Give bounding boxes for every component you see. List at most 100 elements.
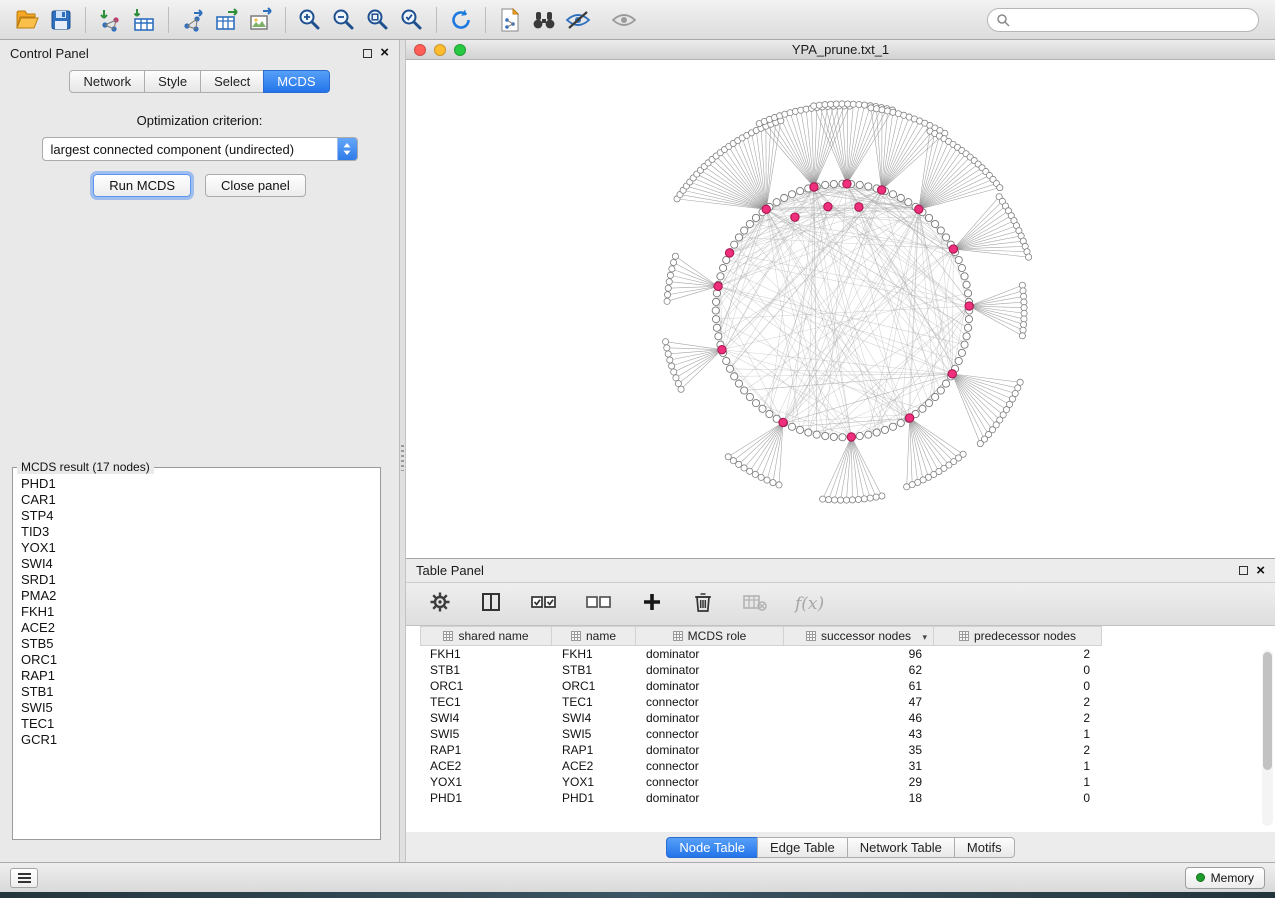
table-cell: dominator bbox=[636, 742, 784, 758]
zoom-fit-icon[interactable] bbox=[361, 5, 395, 35]
mcds-result-item[interactable]: TEC1 bbox=[21, 716, 380, 732]
mcds-result-item[interactable]: PMA2 bbox=[21, 588, 380, 604]
mcds-result-item[interactable]: SRD1 bbox=[21, 572, 380, 588]
table-cell: SWI5 bbox=[420, 726, 552, 742]
status-bar: Memory bbox=[0, 862, 1275, 892]
share-document-icon[interactable] bbox=[493, 5, 527, 35]
table-settings-gear-icon[interactable] bbox=[428, 590, 452, 619]
mcds-result-item[interactable]: STB5 bbox=[21, 636, 380, 652]
save-session-icon[interactable] bbox=[44, 5, 78, 35]
select-all-icon[interactable] bbox=[530, 590, 558, 619]
import-network-icon[interactable] bbox=[93, 5, 127, 35]
mcds-result-item[interactable]: FKH1 bbox=[21, 604, 380, 620]
hide-graphics-icon[interactable] bbox=[561, 5, 595, 35]
memory-button[interactable]: Memory bbox=[1185, 867, 1265, 889]
tab-network-table[interactable]: Network Table bbox=[847, 837, 955, 858]
table-row[interactable]: YOX1YOX1connector291 bbox=[406, 774, 1275, 790]
column-header-shared-name[interactable]: shared name bbox=[420, 626, 552, 646]
search-field[interactable] bbox=[987, 8, 1259, 32]
table-cell: ORC1 bbox=[552, 678, 636, 694]
table-row[interactable]: TEC1TEC1connector472 bbox=[406, 694, 1275, 710]
table-panel-title: Table Panel bbox=[416, 563, 484, 578]
table-cell: 96 bbox=[784, 646, 934, 662]
export-image-icon[interactable] bbox=[244, 5, 278, 35]
tab-edge-table[interactable]: Edge Table bbox=[757, 837, 848, 858]
column-header-name[interactable]: name bbox=[552, 626, 636, 646]
close-table-panel-icon[interactable]: × bbox=[1256, 566, 1265, 576]
table-cell: dominator bbox=[636, 678, 784, 694]
column-grid-icon bbox=[443, 631, 453, 641]
scrollbar-thumb[interactable] bbox=[1263, 652, 1272, 770]
column-header-MCDS-role[interactable]: MCDS role bbox=[636, 626, 784, 646]
column-filter-dropdown-icon[interactable]: ▾ bbox=[922, 632, 927, 643]
network-window-titlebar[interactable]: YPA_prune.txt_1 bbox=[406, 40, 1275, 60]
mcds-result-item[interactable]: CAR1 bbox=[21, 492, 380, 508]
table-cell: FKH1 bbox=[420, 646, 552, 662]
mcds-result-item[interactable]: YOX1 bbox=[21, 540, 380, 556]
mcds-result-item[interactable]: ACE2 bbox=[21, 620, 380, 636]
mcds-result-item[interactable]: STB1 bbox=[21, 684, 380, 700]
mcds-result-item[interactable]: SWI5 bbox=[21, 700, 380, 716]
table-cell: connector bbox=[636, 774, 784, 790]
table-row[interactable]: PHD1PHD1dominator180 bbox=[406, 790, 1275, 806]
mcds-result-item[interactable]: RAP1 bbox=[21, 668, 380, 684]
mcds-result-item[interactable]: GCR1 bbox=[21, 732, 380, 748]
table-scrollbar[interactable] bbox=[1262, 650, 1273, 826]
toolbar-separator bbox=[485, 7, 486, 33]
delete-column-icon[interactable] bbox=[691, 590, 715, 619]
table-cell: ACE2 bbox=[420, 758, 552, 774]
show-graphics-icon[interactable] bbox=[607, 5, 641, 35]
table-cell: 2 bbox=[934, 710, 1102, 726]
table-cell: SWI5 bbox=[552, 726, 636, 742]
close-panel-button[interactable]: Close panel bbox=[205, 174, 306, 197]
table-row[interactable]: ACE2ACE2connector311 bbox=[406, 758, 1275, 774]
table-cell: RAP1 bbox=[552, 742, 636, 758]
splitter-grip-icon bbox=[401, 445, 404, 471]
deselect-all-icon[interactable] bbox=[585, 590, 613, 619]
mcds-result-item[interactable]: PHD1 bbox=[21, 476, 380, 492]
tab-mcds[interactable]: MCDS bbox=[263, 70, 329, 93]
search-network-icon[interactable] bbox=[527, 5, 561, 35]
tab-node-table[interactable]: Node Table bbox=[666, 837, 758, 858]
tab-select[interactable]: Select bbox=[200, 70, 264, 93]
mcds-result-item[interactable]: SWI4 bbox=[21, 556, 380, 572]
column-header-successor-nodes[interactable]: successor nodes▾ bbox=[784, 626, 934, 646]
float-panel-icon[interactable] bbox=[363, 49, 372, 58]
status-menu-button[interactable] bbox=[10, 868, 38, 888]
mcds-result-item[interactable]: STP4 bbox=[21, 508, 380, 524]
export-network-icon[interactable] bbox=[176, 5, 210, 35]
import-table-icon[interactable] bbox=[127, 5, 161, 35]
zoom-selected-icon[interactable] bbox=[395, 5, 429, 35]
mcds-result-item[interactable]: ORC1 bbox=[21, 652, 380, 668]
zoom-out-icon[interactable] bbox=[327, 5, 361, 35]
float-table-panel-icon[interactable] bbox=[1239, 566, 1248, 575]
table-row[interactable]: RAP1RAP1dominator352 bbox=[406, 742, 1275, 758]
network-graph[interactable] bbox=[406, 60, 1275, 558]
table-cell: YOX1 bbox=[552, 774, 636, 790]
table-cell: RAP1 bbox=[420, 742, 552, 758]
table-row[interactable]: SWI5SWI5connector431 bbox=[406, 726, 1275, 742]
close-panel-icon[interactable]: × bbox=[380, 48, 389, 58]
column-grid-icon bbox=[959, 631, 969, 641]
show-columns-icon[interactable] bbox=[479, 590, 503, 619]
search-input[interactable] bbox=[1015, 13, 1250, 27]
toolbar-separator bbox=[285, 7, 286, 33]
table-cell: PHD1 bbox=[420, 790, 552, 806]
add-column-icon[interactable] bbox=[640, 590, 664, 619]
refresh-layout-icon[interactable] bbox=[444, 5, 478, 35]
criterion-select[interactable]: largest connected component (undirected) bbox=[42, 137, 358, 161]
column-grid-icon bbox=[673, 631, 683, 641]
table-row[interactable]: STB1STB1dominator620 bbox=[406, 662, 1275, 678]
run-mcds-button[interactable]: Run MCDS bbox=[93, 174, 191, 197]
table-row[interactable]: FKH1FKH1dominator962 bbox=[406, 646, 1275, 662]
column-header-predecessor-nodes[interactable]: predecessor nodes bbox=[934, 626, 1102, 646]
table-row[interactable]: SWI4SWI4dominator462 bbox=[406, 710, 1275, 726]
zoom-in-icon[interactable] bbox=[293, 5, 327, 35]
open-session-icon[interactable] bbox=[10, 5, 44, 35]
table-row[interactable]: ORC1ORC1dominator610 bbox=[406, 678, 1275, 694]
mcds-result-item[interactable]: TID3 bbox=[21, 524, 380, 540]
tab-style[interactable]: Style bbox=[144, 70, 201, 93]
tab-network[interactable]: Network bbox=[69, 70, 145, 93]
export-table-icon[interactable] bbox=[210, 5, 244, 35]
tab-motifs[interactable]: Motifs bbox=[954, 837, 1015, 858]
